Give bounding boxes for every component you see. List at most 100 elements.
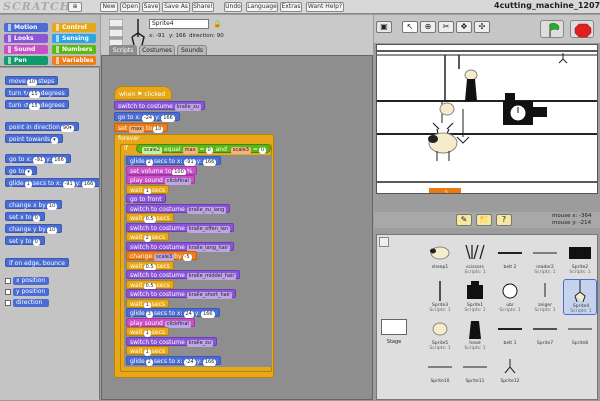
undo-button[interactable]: Undo xyxy=(224,2,242,12)
shrink-tool-icon[interactable]: ✣ xyxy=(474,21,490,33)
script-block[interactable]: switch to costume kralle_zu_lang xyxy=(126,203,231,214)
hat-block-green-flag[interactable]: when ⚑ clicked xyxy=(114,86,172,100)
sprite-thumb[interactable]: Sprite3 Scripts: 1 xyxy=(423,279,457,315)
open-button[interactable]: Open xyxy=(120,2,140,12)
presentation-mode-icon[interactable]: ▣ xyxy=(376,21,392,33)
category-sensing[interactable]: Sensing xyxy=(52,34,96,43)
checkbox-direction[interactable] xyxy=(5,300,11,306)
sprite-thumb[interactable]: ubr Scripts: 1 xyxy=(493,279,527,315)
sprite-thumb[interactable]: Sprite8 xyxy=(563,317,597,353)
sprite-thumb[interactable]: zeiger Scripts: 1 xyxy=(528,279,562,315)
script-block[interactable]: wait 0.5 secs xyxy=(126,279,174,290)
script-block[interactable]: play sound clickfinal xyxy=(126,175,195,185)
sprite-thumb[interactable]: Sprite1 Scripts: 1 xyxy=(458,279,492,315)
language-button[interactable]: Language xyxy=(246,2,278,12)
script-block[interactable]: set volume to 100% xyxy=(126,165,197,176)
script-block[interactable]: wait 0.5 secs xyxy=(126,213,174,223)
scripts-area[interactable]: when ⚑ clicked switch to costume kralle_z… xyxy=(101,55,373,400)
stage[interactable]: -2 xyxy=(376,44,598,194)
sprite-thumb[interactable]: sheep1 xyxy=(423,241,457,277)
tab-sounds[interactable]: Sounds xyxy=(177,45,207,55)
share-button[interactable]: Share! xyxy=(192,2,214,12)
reporter-x-position[interactable]: x position xyxy=(13,277,49,285)
category-looks[interactable]: Looks xyxy=(4,34,48,43)
extras-button[interactable]: Extras xyxy=(280,2,302,12)
script-block[interactable]: wait 2 secs xyxy=(126,232,170,242)
lock-icon[interactable]: 🔒 xyxy=(213,20,222,28)
help-button[interactable]: Want Help? xyxy=(306,2,344,12)
script-block[interactable]: switch to costume kralle_middel_hair xyxy=(126,270,241,280)
paint-new-sprite-icon[interactable]: ✎ xyxy=(456,214,472,226)
category-variables[interactable]: Variables xyxy=(52,56,96,65)
block-goto-xy[interactable]: go to x: -91 y: 166 xyxy=(5,154,71,164)
script-block[interactable]: wait 1 secs xyxy=(126,298,170,309)
sprite-thumb[interactable]: Sprite7 xyxy=(528,317,562,353)
script-block[interactable]: switch to costume kralle_zu xyxy=(126,336,217,347)
duplicate-tool-icon[interactable]: ⊕ xyxy=(420,21,436,33)
sprite-thumb[interactable]: belt 1 xyxy=(493,317,527,353)
choose-sprite-icon[interactable]: 📁 xyxy=(476,214,492,226)
block-bounce[interactable]: if on edge, bounce xyxy=(5,258,69,267)
script-block[interactable]: switch to costume kralle_lang_hair xyxy=(126,241,235,252)
script-block[interactable]: glide 2 secs to x: -91 y: 166 xyxy=(126,156,222,166)
category-motion[interactable]: Motion xyxy=(4,23,48,32)
sprite-thumb[interactable]: head Scripts: 1 xyxy=(458,317,492,353)
script-block[interactable]: go to front xyxy=(126,194,166,203)
green-flag-button[interactable] xyxy=(540,20,564,38)
grow-tool-icon[interactable]: ✥ xyxy=(456,21,472,33)
script-block[interactable]: wait 1 secs xyxy=(126,346,170,356)
globe-icon[interactable]: ⊕ xyxy=(68,2,82,12)
block-set-y[interactable]: set y to 0 xyxy=(5,236,45,246)
delete-tool-icon[interactable]: ✂ xyxy=(438,21,454,33)
sprite-thumb[interactable]: reader2 Scripts: 1 xyxy=(528,241,562,277)
script-block[interactable]: switch to costume kralle_short_hair xyxy=(126,289,237,299)
sprite-thumb[interactable]: belt 2 xyxy=(493,241,527,277)
block-goto[interactable]: go to ▾ xyxy=(5,166,37,176)
stage-corner-icon[interactable] xyxy=(379,237,389,247)
block-point-towards[interactable]: point towards ▾ xyxy=(5,134,63,144)
block-set-x[interactable]: set x to 0 xyxy=(5,212,45,222)
tab-scripts[interactable]: Scripts xyxy=(109,45,137,55)
random-sprite-icon[interactable]: ? xyxy=(496,214,512,226)
script-block[interactable]: change scale3 by -5 xyxy=(126,251,197,261)
tab-costumes[interactable]: Costumes xyxy=(139,45,175,55)
block-point-direction[interactable]: point in direction 90▾ xyxy=(5,122,79,132)
script-block[interactable]: switch to costume kralle_offen_lan xyxy=(126,222,235,233)
condition-and[interactable]: scale2 equal max = 0 and scale3 = 0 xyxy=(136,144,272,154)
block-glide[interactable]: glide 1 secs to x: -91 y: 166 xyxy=(5,178,99,188)
sprite-thumb[interactable]: Sprite12 xyxy=(493,355,527,391)
reporter-direction[interactable]: direction xyxy=(13,299,49,307)
script-goto-xy[interactable]: go to x: -24 y: 166 xyxy=(114,112,180,122)
new-button[interactable]: New xyxy=(100,2,118,12)
sprite-thumb[interactable]: Sprite11 xyxy=(458,355,492,391)
script-block[interactable]: play sound clickfinal xyxy=(126,317,195,328)
sprite-thumb[interactable]: Sprite10 xyxy=(423,355,457,391)
stage-thumbnail[interactable] xyxy=(381,319,407,335)
category-control[interactable]: Control xyxy=(52,23,96,32)
checkbox-y-position[interactable] xyxy=(5,289,11,295)
sprite-thumb[interactable]: scissors Scripts: 1 xyxy=(458,241,492,277)
block-turn-cw[interactable]: turn ↻ 15 degrees xyxy=(5,88,69,98)
block-move[interactable]: move 10 steps xyxy=(5,76,59,86)
category-pen[interactable]: Pen xyxy=(4,56,48,65)
checkbox-x-position[interactable] xyxy=(5,278,11,284)
script-block[interactable]: wait 1 secs xyxy=(126,184,170,195)
script-block[interactable]: wait 0.5 secs xyxy=(126,260,174,271)
sprite-thumb[interactable]: Sprite2 Scripts: 1 xyxy=(563,241,597,277)
save-button[interactable]: Save xyxy=(142,2,160,12)
stop-button[interactable] xyxy=(570,20,594,38)
script-block[interactable]: glide 3 secs to x: 24 y: 166 xyxy=(126,308,220,318)
script-block[interactable]: wait 1 secs xyxy=(126,327,170,337)
category-numbers[interactable]: Numbers xyxy=(52,45,96,54)
arrow-tool-icon[interactable]: ↖ xyxy=(402,21,418,33)
save-as-button[interactable]: Save As xyxy=(162,2,190,12)
sprite-thumb[interactable]: Sprite5 Scripts: 1 xyxy=(423,317,457,353)
script-set-var[interactable]: set max to 10 xyxy=(114,123,169,133)
script-block[interactable]: glide 2 secs to x: -24 y: 166 xyxy=(126,355,222,366)
block-change-y[interactable]: change y by 10 xyxy=(5,224,63,234)
script-switch-costume[interactable]: switch to costume kralle_zu xyxy=(114,101,205,111)
sprite-thumb[interactable]: Sprite4 Scripts: 1 xyxy=(563,279,597,315)
category-sound[interactable]: Sound xyxy=(4,45,48,54)
block-change-x[interactable]: change x by 10 xyxy=(5,200,63,210)
block-turn-ccw[interactable]: turn ↺ 15 degrees xyxy=(5,100,69,110)
